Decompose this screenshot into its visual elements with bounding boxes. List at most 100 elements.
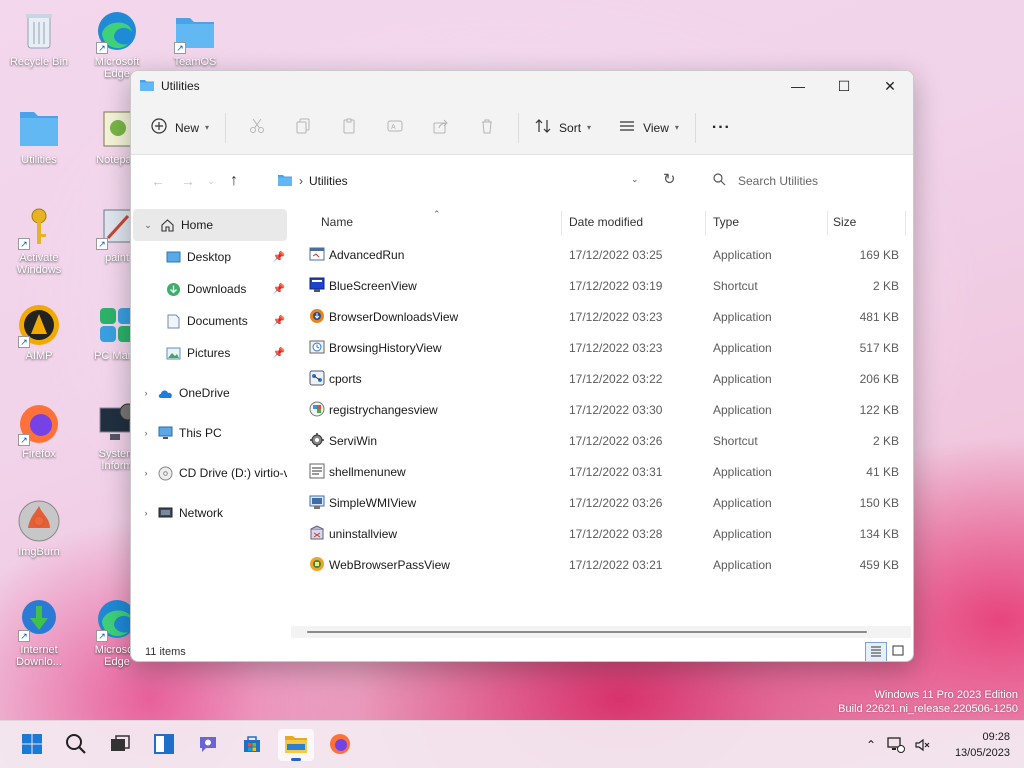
nav-item-downloads[interactable]: Downloads 📌 <box>131 273 289 305</box>
paste-button[interactable] <box>326 112 372 144</box>
column-header-date-modified[interactable]: Date modified <box>569 215 643 229</box>
pin-icon[interactable]: 📌 <box>273 316 285 327</box>
address-history-chevron-icon[interactable]: ⌄ <box>631 174 639 185</box>
teams-chat-button[interactable] <box>190 729 226 761</box>
rename-button[interactable]: A <box>372 112 418 144</box>
column-divider[interactable] <box>827 211 828 235</box>
desktop-icon-utilities[interactable]: Utilities <box>4 106 74 166</box>
microsoft-store-button[interactable] <box>234 729 270 761</box>
copy-button[interactable] <box>280 112 326 144</box>
table-row[interactable]: registrychangesview 17/12/2022 03:30 Appli… <box>299 394 911 425</box>
table-row[interactable]: AdvancedRun 17/12/2022 03:25 Application 16… <box>299 239 911 270</box>
column-header-size[interactable]: Size <box>833 215 856 229</box>
chevron-down-icon[interactable]: ⌄ <box>137 220 159 231</box>
column-divider[interactable] <box>705 211 706 235</box>
desktop-icon-recycle-bin[interactable]: Recycle Bin <box>4 8 74 68</box>
desktop-icon-teamos[interactable]: ↗ TeamOS <box>160 8 230 68</box>
computer-icon <box>157 425 173 441</box>
task-view-button[interactable] <box>102 729 138 761</box>
address-path[interactable]: › Utilities <box>277 165 652 197</box>
nav-item-label: Downloads <box>187 282 247 296</box>
tiles-view-button[interactable] <box>887 642 909 661</box>
up-arrow-icon[interactable]: ↑ <box>219 172 249 190</box>
widgets-button[interactable] <box>146 729 182 761</box>
nav-item-cd-drive[interactable]: › CD Drive (D:) virtio-v <box>131 457 289 489</box>
nav-item-onedrive[interactable]: › OneDrive <box>131 377 289 409</box>
table-row[interactable]: shellmenunew 17/12/2022 03:31 Application 4… <box>299 456 911 487</box>
view-button[interactable]: View ▾ <box>611 112 687 144</box>
nav-item-desktop[interactable]: Desktop 📌 <box>131 241 289 273</box>
file-explorer-taskbar-button[interactable] <box>278 729 314 761</box>
pin-icon[interactable]: 📌 <box>273 284 285 295</box>
firefox-icon <box>329 733 351 758</box>
table-row[interactable]: BlueScreenView 17/12/2022 03:19 Shortcut 2 … <box>299 270 911 301</box>
delete-button[interactable] <box>464 112 510 144</box>
desktop-icon-internet-download-manager[interactable]: ↗ Internet Downlo... <box>4 596 74 668</box>
search-taskbar-button[interactable] <box>58 729 94 761</box>
sort-button[interactable]: Sort ▾ <box>527 112 599 144</box>
chevron-right-icon[interactable]: › <box>135 468 157 478</box>
nav-item-pictures[interactable]: Pictures 📌 <box>131 337 289 369</box>
firefox-taskbar-button[interactable] <box>322 729 358 761</box>
nav-item-label: CD Drive (D:) virtio-v <box>179 466 287 480</box>
chevron-right-icon[interactable]: › <box>135 388 157 398</box>
sort-label: Sort <box>559 120 582 135</box>
chevron-right-icon[interactable]: › <box>135 428 157 438</box>
cd-drive-icon <box>157 465 173 481</box>
key-icon: ↗ <box>16 204 62 250</box>
desktop-icon-imgburn[interactable]: ImgBurn <box>4 498 74 558</box>
table-row[interactable]: BrowsingHistoryView 17/12/2022 03:23 Appli… <box>299 332 911 363</box>
refresh-icon[interactable]: ↻ <box>663 170 676 188</box>
network-status-icon[interactable] <box>882 737 910 753</box>
column-header-name[interactable]: Name <box>321 215 353 229</box>
nav-item-network[interactable]: › Network <box>131 497 289 529</box>
more-options-button[interactable]: ··· <box>704 112 739 144</box>
forward-arrow-icon[interactable]: → <box>173 173 203 189</box>
volume-muted-icon[interactable] <box>910 737 934 753</box>
table-row[interactable]: BrowserDownloadsView 17/12/2022 03:23 Appl… <box>299 301 911 332</box>
desktop-icon-firefox[interactable]: ↗ Firefox <box>4 400 74 460</box>
shortcut-arrow-icon: ↗ <box>96 630 108 642</box>
clock[interactable]: 09:28 13/05/2023 <box>955 729 1010 761</box>
table-row[interactable]: cports 17/12/2022 03:22 Application 206 KB <box>299 363 911 394</box>
search-input[interactable] <box>738 174 888 188</box>
back-arrow-icon[interactable]: ← <box>143 173 173 189</box>
pin-icon[interactable]: 📌 <box>273 252 285 263</box>
minimize-button[interactable]: — <box>775 71 821 101</box>
nav-item-label: Pictures <box>187 346 231 360</box>
search-box[interactable] <box>703 165 903 197</box>
horizontal-scrollbar[interactable] <box>291 626 911 638</box>
details-view-button[interactable] <box>865 642 887 661</box>
table-row[interactable]: ServiWin 17/12/2022 03:26 Shortcut 2 KB <box>299 425 911 456</box>
title-bar[interactable]: Utilities — ☐ ✕ <box>131 71 913 101</box>
start-button[interactable] <box>14 729 50 761</box>
nav-item-this-pc[interactable]: › This PC <box>131 417 289 449</box>
column-divider[interactable] <box>561 211 562 235</box>
scrollbar-thumb[interactable] <box>307 631 867 633</box>
firefox-icon: ↗ <box>16 400 62 446</box>
shortcut-arrow-icon: ↗ <box>18 238 30 250</box>
table-row[interactable]: WebBrowserPassView 17/12/2022 03:21 Applic… <box>299 549 911 580</box>
column-header-type[interactable]: Type <box>713 215 739 229</box>
chevron-right-icon[interactable]: › <box>135 508 157 518</box>
maximize-button[interactable]: ☐ <box>821 71 867 101</box>
table-row[interactable]: uninstallview 17/12/2022 03:28 Application… <box>299 518 911 549</box>
file-type: Application <box>713 341 772 355</box>
new-button[interactable]: New ▾ <box>143 112 217 144</box>
breadcrumb-utilities[interactable]: Utilities <box>309 174 348 188</box>
nav-item-documents[interactable]: Documents 📌 <box>131 305 289 337</box>
command-bar: New ▾ A Sort ▾ View ▾ ··· <box>131 101 913 155</box>
recent-locations-chevron-icon[interactable]: ⌄ <box>203 176 219 187</box>
column-divider[interactable] <box>905 211 906 235</box>
cut-button[interactable] <box>234 112 280 144</box>
table-row[interactable]: SimpleWMIView 17/12/2022 03:26 Application… <box>299 487 911 518</box>
uninstall-icon <box>309 525 325 541</box>
share-button[interactable] <box>418 112 464 144</box>
close-button[interactable]: ✕ <box>867 71 913 101</box>
nav-item-home[interactable]: ⌄ Home <box>133 209 287 241</box>
pin-icon[interactable]: 📌 <box>273 348 285 359</box>
more-dots-icon: ··· <box>711 118 731 136</box>
desktop-icon-activate-windows[interactable]: ↗ Activate Windows <box>4 204 74 276</box>
chevron-up-icon[interactable]: ⌃ <box>860 738 882 752</box>
desktop-icon-aimp[interactable]: ↗ AIMP <box>4 302 74 362</box>
